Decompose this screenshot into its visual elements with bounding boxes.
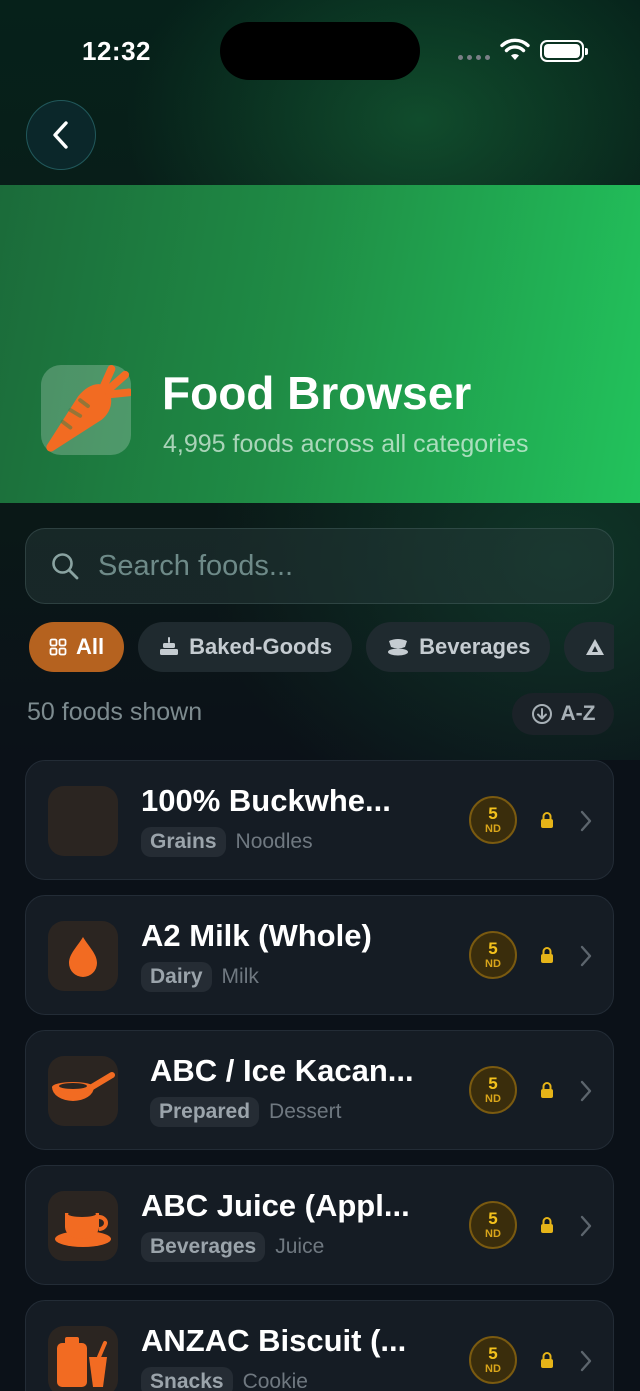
page-title: Food Browser [162, 367, 472, 419]
score-value: 5 [488, 804, 498, 823]
food-subcategory: Milk [221, 965, 259, 988]
food-category-badge: Dairy [141, 962, 212, 992]
food-list-item[interactable]: A2 Milk (Whole) Dairy Milk 5 ND [25, 895, 614, 1015]
sort-down-icon [531, 704, 552, 724]
score-label: ND [485, 1228, 501, 1240]
food-subcategory: Cookie [242, 1370, 308, 1391]
sort-button[interactable]: A-Z [512, 693, 614, 735]
back-button[interactable] [26, 100, 96, 170]
status-bar: 12:32 [0, 0, 640, 100]
lock-icon [541, 1217, 553, 1233]
chevron-right-icon [580, 1350, 592, 1372]
triangle-icon [586, 639, 605, 655]
food-list: 100% Buckwhe... Grains Noodles 5 ND A2 M… [25, 760, 614, 1391]
results-count: 50 foods shown [27, 698, 203, 726]
food-subcategory: Juice [275, 1235, 325, 1258]
score-value: 5 [488, 939, 498, 958]
food-tags: Snacks Cookie [141, 1367, 308, 1391]
filter-chip-all[interactable]: All [29, 622, 125, 672]
lock-icon [541, 1082, 553, 1098]
coffee-cup-icon [48, 1191, 118, 1261]
snack-icon [48, 1326, 118, 1391]
food-list-item[interactable]: 100% Buckwhe... Grains Noodles 5 ND [25, 760, 614, 880]
food-name: ABC / Ice Kacan... [150, 1053, 414, 1088]
cup-icon [388, 639, 409, 656]
lock-icon [541, 947, 553, 963]
food-category-badge: Grains [141, 827, 226, 857]
score-label: ND [485, 823, 501, 835]
dynamic-island [220, 22, 420, 80]
food-tags: Grains Noodles [141, 827, 313, 857]
search-icon [52, 553, 79, 580]
lock-icon [541, 1352, 553, 1368]
filter-chip-label: All [76, 634, 105, 659]
score-value: 5 [488, 1074, 498, 1093]
battery-icon [540, 40, 588, 62]
score-badge: 5 ND [469, 1066, 517, 1114]
score-badge: 5 ND [469, 931, 517, 979]
score-badge: 5 ND [469, 1201, 517, 1249]
cellular-signal-icon [458, 55, 490, 60]
food-tags: Beverages Juice [141, 1232, 324, 1262]
search-bar[interactable] [25, 528, 614, 604]
lock-icon [541, 812, 553, 828]
food-category-badge: Snacks [141, 1367, 233, 1391]
food-subcategory: Dessert [269, 1100, 342, 1123]
droplet-icon [48, 921, 118, 991]
filter-chip-beverages[interactable]: Beverages [366, 622, 551, 672]
chevron-left-icon [53, 121, 68, 149]
food-name: 100% Buckwhe... [141, 783, 391, 818]
score-label: ND [485, 1093, 501, 1105]
food-category-badge: Prepared [150, 1097, 260, 1127]
score-value: 5 [488, 1344, 498, 1363]
food-list-item[interactable]: ABC Juice (Appl... Beverages Juice 5 ND [25, 1165, 614, 1285]
chevron-right-icon [580, 945, 592, 967]
chevron-right-icon [580, 1215, 592, 1237]
score-value: 5 [488, 1209, 498, 1228]
food-name: ANZAC Biscuit (... [141, 1323, 407, 1358]
wifi-icon [500, 38, 530, 60]
food-list-item[interactable]: ABC / Ice Kacan... Prepared Dessert 5 ND [25, 1030, 614, 1150]
carrot-icon [41, 365, 131, 455]
score-label: ND [485, 958, 501, 970]
food-name: ABC Juice (Appl... [141, 1188, 410, 1223]
chevron-right-icon [580, 1080, 592, 1102]
frying-pan-icon [48, 1056, 118, 1126]
food-list-item[interactable]: ANZAC Biscuit (... Snacks Cookie 5 ND [25, 1300, 614, 1391]
food-tags: Prepared Dessert [150, 1097, 341, 1127]
food-subcategory: Noodles [235, 830, 313, 853]
food-name: A2 Milk (Whole) [141, 918, 372, 953]
sort-label: A-Z [560, 702, 596, 725]
page-subtitle: 4,995 foods across all categories [163, 430, 529, 458]
score-label: ND [485, 1363, 501, 1375]
category-filter-bar: All Baked-Goods Beverages [29, 622, 614, 672]
food-category-badge: Beverages [141, 1232, 266, 1262]
cake-icon [160, 637, 179, 655]
status-time: 12:32 [82, 36, 151, 66]
score-badge: 5 ND [469, 1336, 517, 1384]
filter-chip-baked-goods[interactable]: Baked-Goods [138, 622, 353, 672]
filter-chip-label: Beverages [419, 634, 531, 659]
blank-thumbnail [48, 786, 118, 856]
chevron-right-icon [580, 810, 592, 832]
food-tags: Dairy Milk [141, 962, 259, 992]
score-badge: 5 ND [469, 796, 517, 844]
search-input[interactable] [98, 549, 578, 583]
filter-chip-more[interactable] [564, 622, 614, 672]
filter-chip-label: Baked-Goods [189, 634, 333, 659]
grid-icon [49, 638, 67, 656]
